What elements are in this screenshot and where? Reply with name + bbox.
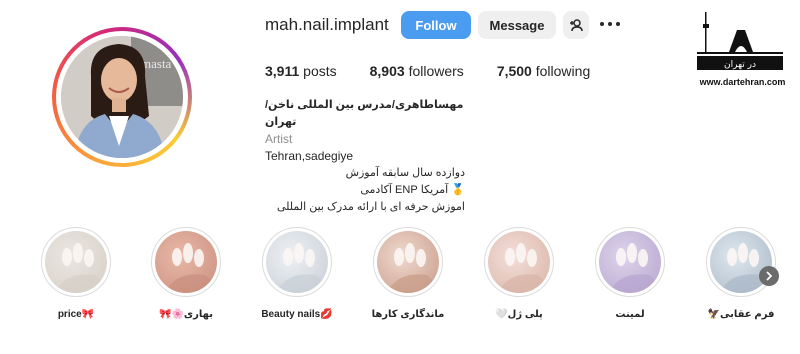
follow-button[interactable]: Follow — [401, 11, 471, 39]
highlight-label: پلی ژل🤍 — [495, 309, 543, 320]
bio-line: اموزش حرفه ای با ارائه مدرک بین المللی — [276, 201, 465, 213]
followers-stat[interactable]: 8,903 followers — [370, 63, 464, 79]
highlight-ring — [595, 227, 665, 297]
avatar-portrait: masta — [61, 36, 183, 158]
following-stat[interactable]: 7,500 following — [497, 63, 590, 79]
bio-line: Tehran,sadegiye — [265, 149, 354, 163]
story-highlight[interactable]: پلی ژل🤍 — [481, 227, 557, 320]
highlight-label: Beauty nails💋 — [261, 309, 333, 320]
story-highlight[interactable]: Beauty nails💋 — [259, 227, 335, 320]
highlight-ring — [151, 227, 221, 297]
logo-url: www.dartehran.com — [699, 77, 786, 87]
highlight-cover — [155, 231, 217, 293]
highlight-label: price🎀 — [57, 309, 95, 320]
avatar[interactable]: masta — [61, 36, 183, 158]
highlight-ring — [41, 227, 111, 297]
highlight-ring — [706, 227, 776, 297]
message-button[interactable]: Message — [478, 11, 556, 39]
story-highlight[interactable]: بهاری🌸🎀 — [148, 227, 224, 320]
highlights-next-button[interactable] — [759, 266, 779, 286]
profile-stats: 3,911 posts 8,903 followers 7,500 follow… — [265, 63, 623, 79]
story-highlight[interactable]: لمینت — [592, 227, 668, 320]
add-user-icon — [570, 19, 583, 32]
profile-avatar-ring[interactable]: masta — [52, 27, 192, 167]
bio-category: Artist — [265, 132, 293, 146]
bio-line: 🥇 آمریکا ENP آکادمی — [360, 184, 465, 196]
bio-name: مهساطاهری/مدرس بین المللی ناخن/تهران — [265, 99, 464, 128]
highlight-label: بهاری🌸🎀 — [159, 309, 213, 320]
highlight-cover — [266, 231, 328, 293]
highlight-cover — [488, 231, 550, 293]
highlight-ring — [262, 227, 332, 297]
avatar-watermark: masta — [141, 56, 172, 71]
highlight-cover — [377, 231, 439, 293]
highlight-cover — [599, 231, 661, 293]
highlight-label: فرم عقابی🦅 — [707, 309, 775, 320]
bio-line: دوازده سال سابقه آموزش — [345, 167, 465, 179]
highlight-ring — [373, 227, 443, 297]
highlight-ring — [484, 227, 554, 297]
story-highlight[interactable]: price🎀 — [38, 227, 114, 320]
profile-bio: مهساطاهری/مدرس بین المللی ناخن/تهران Art… — [265, 97, 465, 216]
highlight-cover — [45, 231, 107, 293]
highlight-label: ماندگاری کارها — [371, 309, 445, 320]
chevron-right-icon — [766, 271, 773, 281]
posts-stat[interactable]: 3,911 posts — [265, 63, 337, 79]
profile-username: mah.nail.implant — [265, 15, 389, 34]
logo-title: در تهران — [724, 60, 756, 70]
more-options-icon[interactable] — [600, 17, 622, 31]
story-highlight[interactable]: ماندگاری کارها — [370, 227, 446, 320]
highlight-label: لمینت — [615, 309, 645, 320]
suggest-user-button[interactable] — [563, 11, 589, 39]
